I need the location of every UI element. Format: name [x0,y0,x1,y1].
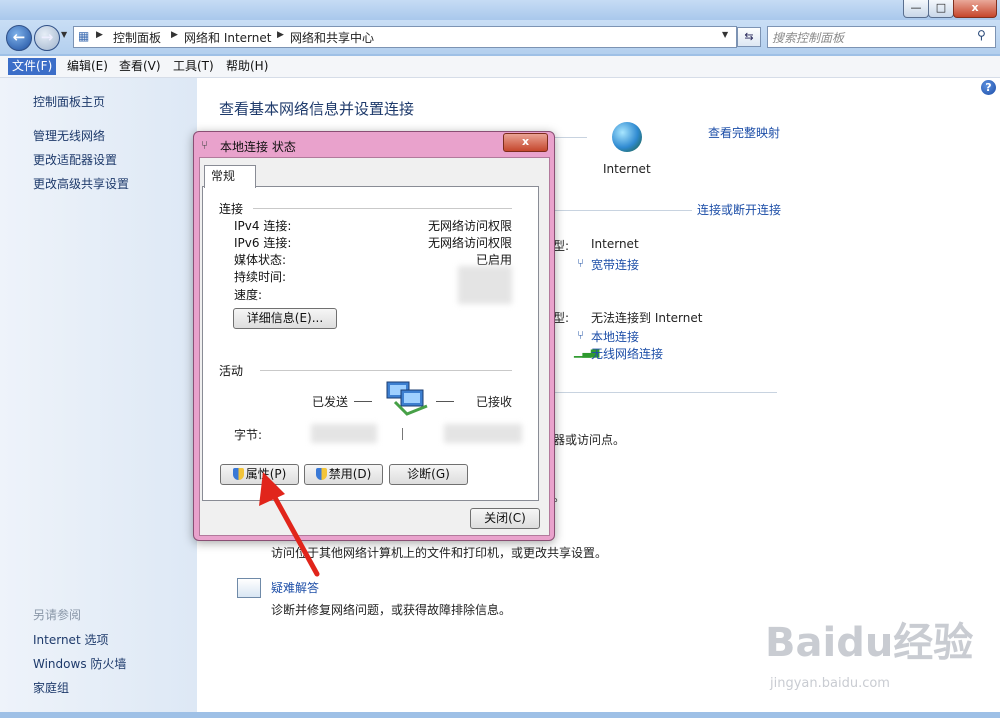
router-text-fragment: 器或访问点。 [553,433,626,447]
internet-options-link[interactable]: Internet 选项 [33,631,108,648]
sent-label: 已发送 [312,395,349,409]
broadband-connection-link[interactable]: 宽带连接 [591,256,639,273]
forward-button[interactable]: → [34,25,60,51]
close-button[interactable]: 关闭(C) [470,508,540,529]
window-titlebar [0,0,1000,20]
change-adapter-settings-link[interactable]: 更改适配器设置 [33,151,117,168]
search-icon[interactable]: ⚲ [977,28,986,42]
control-panel-home-link[interactable]: 控制面板主页 [33,93,105,110]
redacted-duration-speed [458,266,512,304]
access-type-label-fragment: 型: [553,311,570,325]
received-dash [436,401,454,402]
view-full-map-link[interactable]: 查看完整映射 [708,124,780,141]
left-navigation-pane [0,78,197,712]
section-divider [553,210,692,211]
breadcrumb-network-sharing-center[interactable]: 网络和共享中心 [290,29,374,46]
wireless-connection-link[interactable]: 无线网络连接 [591,345,663,362]
breadcrumb-separator-icon[interactable]: ▶ [96,30,103,40]
troubleshoot-link[interactable]: 疑难解答 [271,579,319,596]
access-type-label-fragment: 型: [553,239,570,253]
breadcrumb-control-panel[interactable]: 控制面板 [113,29,161,46]
page-title: 查看基本网络信息并设置连接 [219,100,415,118]
window-close-button[interactable]: x [953,0,997,18]
speed-label: 速度: [234,288,263,302]
ipv4-label: IPv4 连接: [234,219,292,233]
bytes-label: 字节: [234,428,263,442]
group-divider [253,208,512,209]
ipv4-value: 无网络访问权限 [427,219,512,233]
menu-tools[interactable]: 工具(T) [169,58,218,75]
red-annotation-arrow-icon [259,472,320,577]
network-adapter-icon: ⑂ [201,138,209,152]
window-bottom-border [0,712,1000,718]
troubleshoot-description: 诊断并修复网络问题，或获得故障排除信息。 [271,603,512,617]
group-divider [260,370,512,371]
redacted-bytes-sent [311,424,377,443]
access-type-value: 无法连接到 Internet [591,311,703,325]
section-divider [553,392,777,393]
diagnose-button[interactable]: 诊断(G) [389,464,468,485]
menu-view[interactable]: 查看(V) [115,58,165,75]
connection-plug-icon: ⑂ [577,328,585,342]
homegroup-link[interactable]: 家庭组 [33,679,69,696]
dialog-close-button[interactable]: x [503,133,548,152]
network-activity-icon [386,381,428,416]
disable-button-label: 禁用(D) [328,467,372,481]
media-state-label: 媒体状态: [234,253,287,267]
ipv6-label: IPv6 连接: [234,236,292,250]
connect-disconnect-link[interactable]: 连接或断开连接 [697,201,781,218]
search-input[interactable]: 搜索控制面板 [772,29,844,46]
bytes-separator [402,428,403,440]
internet-globe-icon [612,122,642,152]
network-map-line [553,137,587,138]
manage-wireless-link[interactable]: 管理无线网络 [33,127,105,144]
windows-firewall-link[interactable]: Windows 防火墙 [33,655,126,672]
internet-node-label: Internet [603,162,651,176]
connection-group-label: 连接 [219,200,244,217]
address-dropdown-icon[interactable]: ▼ [722,30,728,39]
details-button[interactable]: 详细信息(E)... [233,308,337,329]
minimize-button[interactable]: — [903,0,929,18]
menu-file[interactable]: 文件(F) [8,58,57,75]
breadcrumb-separator-icon[interactable]: ▶ [277,30,284,40]
baidu-watermark-logo: Baidu经验 [765,620,974,666]
tab-general[interactable]: 常规 [204,165,256,188]
recent-pages-dropdown-icon[interactable]: ▼ [61,30,67,39]
menu-edit[interactable]: 编辑(E) [63,58,112,75]
duration-label: 持续时间: [234,270,287,284]
troubleshoot-icon [237,578,261,598]
baidu-watermark-url: jingyan.baidu.com [770,676,890,691]
see-also-heading: 另请参阅 [33,608,82,622]
ipv6-value: 无网络访问权限 [427,236,512,250]
maximize-button[interactable]: □ [928,0,954,18]
menu-help[interactable]: 帮助(H) [222,58,272,75]
breadcrumb-network-internet[interactable]: 网络和 Internet [184,29,271,46]
local-connection-link[interactable]: 本地连接 [591,328,639,345]
back-button[interactable]: ← [6,25,32,51]
received-label: 已接收 [476,395,513,409]
dialog-title: 本地连接 状态 [220,140,296,154]
activity-group-label: 活动 [219,362,244,379]
refresh-button[interactable]: ⇆ [737,27,761,47]
redacted-bytes-received [444,424,522,443]
breadcrumb-separator-icon[interactable]: ▶ [171,30,178,40]
advanced-sharing-settings-link[interactable]: 更改高级共享设置 [33,175,129,192]
uac-shield-icon [232,468,244,480]
sent-dash [354,401,372,402]
control-panel-icon: ▦ [78,29,90,43]
connection-plug-icon: ⑂ [577,256,585,270]
help-icon[interactable]: ? [981,80,996,95]
access-type-value: Internet [591,237,639,251]
